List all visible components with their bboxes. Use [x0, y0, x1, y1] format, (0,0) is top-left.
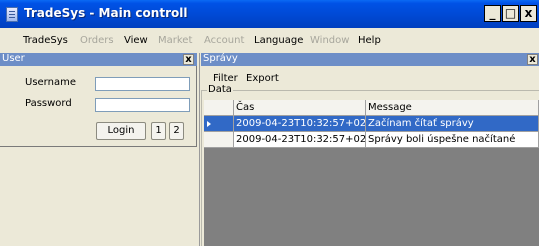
cell-message[interactable]: Začínam čítať správy — [366, 116, 539, 132]
table-row[interactable]: 2009-04-23T10:32:57+02:00 Správy boli ús… — [204, 132, 539, 148]
button-2[interactable]: 2 — [169, 122, 184, 140]
window-title-bar[interactable]: TradeSys - Main controll _ □ x — [0, 0, 539, 28]
username-label: Username — [25, 77, 76, 88]
menu-account[interactable]: Account — [204, 35, 244, 46]
cell-time[interactable]: 2009-04-23T10:32:57+02:00 — [234, 116, 366, 132]
menu-window[interactable]: Window — [310, 35, 349, 46]
grid-header-row: Čas Message — [204, 100, 539, 116]
app-icon — [6, 7, 18, 22]
current-row-arrow-icon — [207, 121, 211, 127]
user-panel-title: User — [2, 53, 25, 64]
minimize-button[interactable]: _ — [484, 5, 501, 22]
column-header-time[interactable]: Čas — [234, 100, 366, 116]
menu-language[interactable]: Language — [254, 35, 303, 46]
window-title: TradeSys - Main controll — [24, 6, 188, 20]
row-header[interactable] — [204, 132, 234, 148]
user-panel-close-button[interactable]: x — [183, 54, 194, 65]
row-header[interactable] — [204, 116, 234, 132]
table-row[interactable]: 2009-04-23T10:32:57+02:00 Začínam čítať … — [204, 116, 539, 132]
messages-grid[interactable]: Čas Message 2009-04-23T10:32:57+02:00 Za… — [204, 100, 539, 246]
messages-panel-close-button[interactable]: x — [527, 54, 538, 65]
filter-button[interactable]: Filter — [213, 73, 238, 84]
messages-panel-title: Správy — [203, 53, 238, 64]
password-label: Password — [25, 98, 72, 109]
maximize-button[interactable]: □ — [502, 5, 519, 22]
login-button[interactable]: Login — [96, 122, 146, 140]
panel-splitter[interactable] — [199, 53, 200, 246]
menu-help[interactable]: Help — [358, 35, 381, 46]
username-input[interactable] — [95, 77, 190, 91]
menu-view[interactable]: View — [124, 35, 148, 46]
row-header-corner — [204, 100, 234, 116]
close-button[interactable]: x — [520, 5, 537, 22]
menu-tradesys[interactable]: TradeSys — [23, 35, 68, 46]
button-1[interactable]: 1 — [151, 122, 166, 140]
cell-time[interactable]: 2009-04-23T10:32:57+02:00 — [234, 132, 366, 148]
menu-market[interactable]: Market — [158, 35, 192, 46]
cell-message[interactable]: Správy boli úspešne načítané — [366, 132, 539, 148]
menu-orders[interactable]: Orders — [80, 35, 114, 46]
column-header-message[interactable]: Message — [366, 100, 539, 116]
user-panel-header: User x — [0, 53, 197, 66]
export-button[interactable]: Export — [246, 73, 279, 84]
messages-panel-header: Správy x — [201, 53, 539, 66]
password-input[interactable] — [95, 98, 190, 112]
data-group-label: Data — [207, 84, 233, 95]
